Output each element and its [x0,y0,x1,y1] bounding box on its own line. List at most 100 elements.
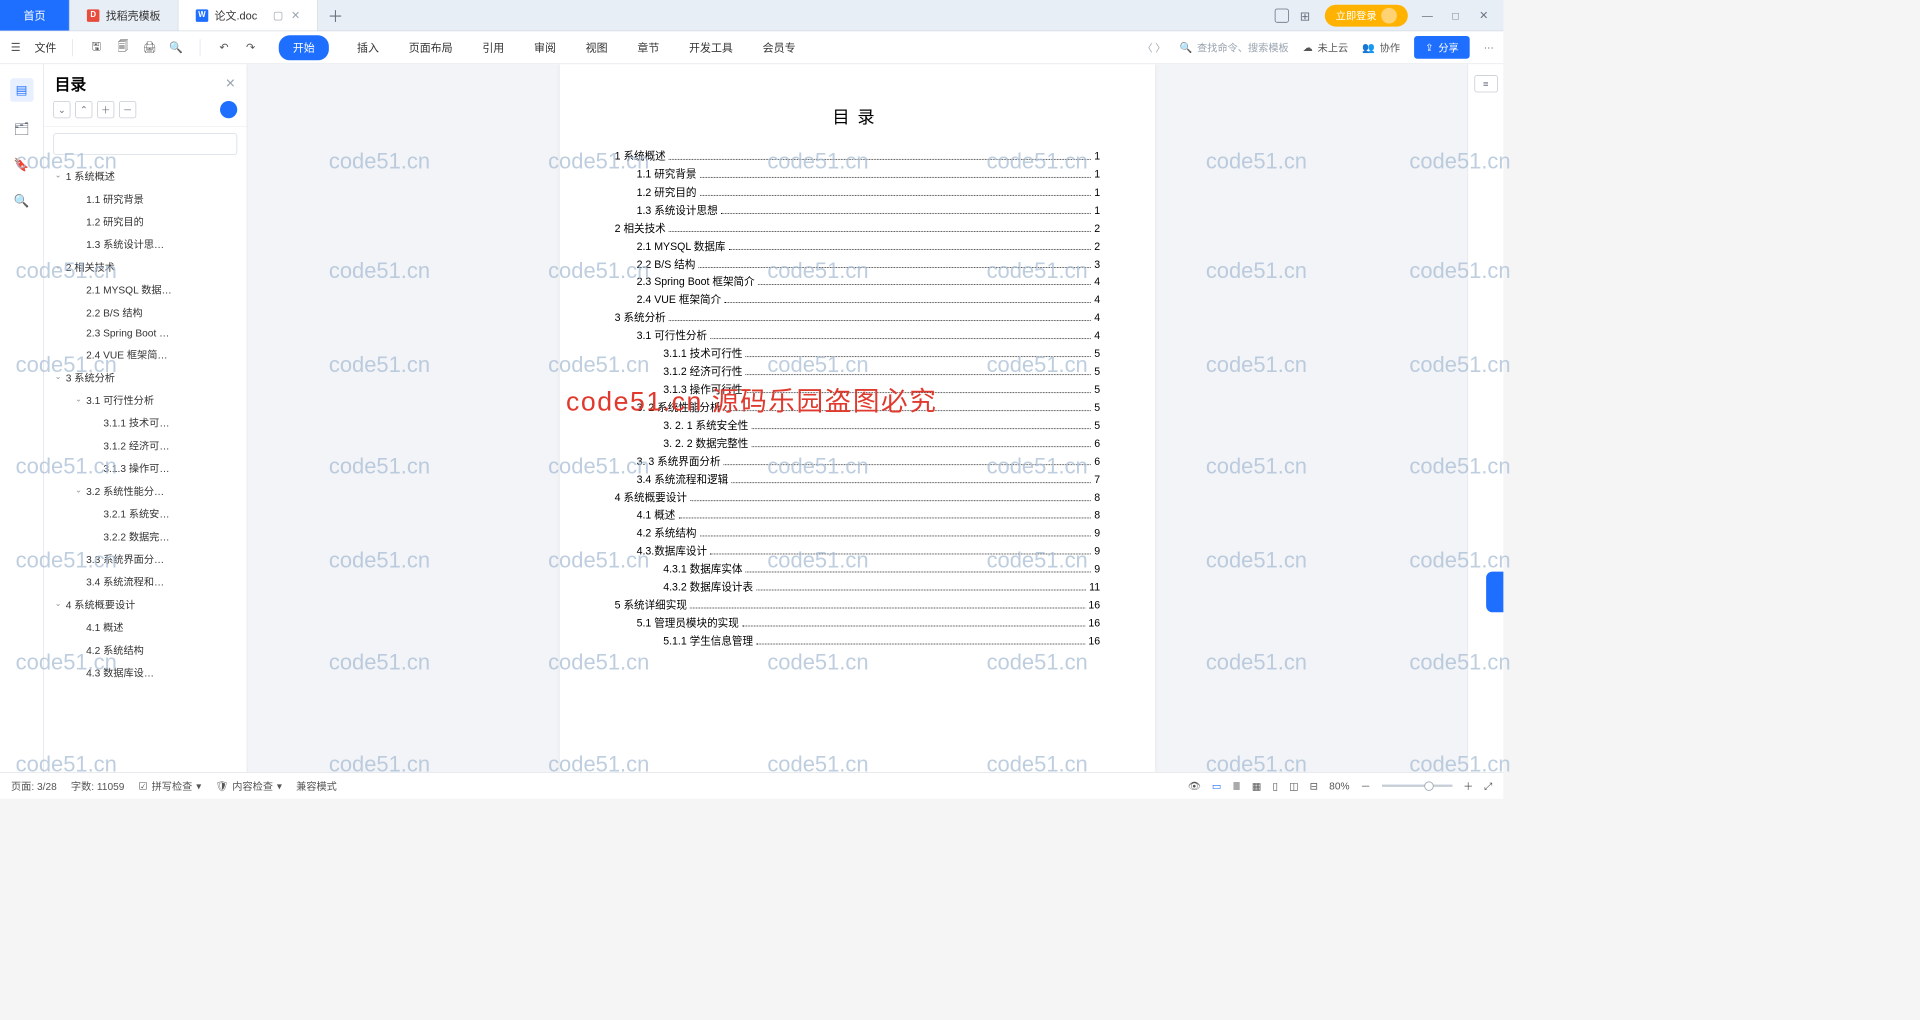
login-button[interactable]: 立即登录 [1325,4,1408,26]
toc-line: 3 系统分析4 [615,310,1100,326]
ribbon-menu-2[interactable]: 页面布局 [407,35,454,60]
outline-item[interactable]: ⌄3 系统分析 [44,366,247,389]
ribbon-menu-8[interactable]: 会员专 [761,35,797,60]
outline-item[interactable]: 2.1 MYSQL 数据… [44,278,247,301]
outline-item[interactable]: ⌄4 系统概要设计 [44,593,247,616]
ribbon-menu-4[interactable]: 审阅 [532,35,557,60]
window-maximize[interactable]: □ [1447,9,1464,22]
zoom-slider[interactable] [1382,785,1452,787]
print-icon[interactable]: 🖨 [142,40,158,56]
outline-item[interactable]: 2.3 Spring Boot … [44,323,247,343]
outline-collapse-all[interactable]: ⌄ [53,101,70,118]
collab-button[interactable]: 👥协作 [1362,40,1400,55]
fit-width-icon[interactable]: ⤢ [1484,779,1492,792]
outline-item[interactable]: 3.1.1 技术可… [44,411,247,434]
status-words[interactable]: 字数: 11059 [71,778,125,793]
view-phone-icon[interactable]: ▯ [1273,779,1279,792]
view-read-icon[interactable]: 👁 [1188,779,1201,792]
status-page[interactable]: 页面: 3/28 [11,778,57,793]
status-spellcheck[interactable]: ☑ 拼写检查 ▾ [139,778,202,793]
document-canvas[interactable]: 目录 1 系统概述11.1 研究背景11.2 研究目的11.3 系统设计思想12… [247,64,1467,772]
tab-templates[interactable]: D 找稻壳模板 [70,0,179,31]
outline-search-input[interactable] [53,133,237,155]
status-contentcheck[interactable]: 🛡 内容检查 ▾ [215,778,282,793]
outline-item[interactable]: 3.2.2 数据完… [44,525,247,548]
outline-item[interactable]: 4.1 概述 [44,615,247,638]
status-bar: 页面: 3/28 字数: 11059 ☑ 拼写检查 ▾ 🛡 内容检查 ▾ 兼容模… [0,772,1503,799]
undo-icon[interactable]: ↶ [216,40,232,56]
toc-line: 4.1 概述8 [615,508,1100,524]
outline-item[interactable]: 3.4 系统流程和… [44,570,247,593]
outline-item[interactable]: 4.3 数据库设… [44,661,247,684]
ribbon-menu-6[interactable]: 章节 [636,35,661,60]
title-tab-bar: 首页 D 找稻壳模板 W 论文.doc ▢ ✕ ＋ ⊞ 立即登录 — □ ✕ [0,0,1503,31]
status-compat[interactable]: 兼容模式 [296,778,337,793]
ruler-icon[interactable]: ⊟ [1310,779,1319,792]
tab-close-icon[interactable]: ✕ [291,9,300,22]
hamburger-icon[interactable]: ☰ [8,40,24,56]
ribbon-toolbar: ☰ 文件 🖫 🗐 🖨 🔍 ↶ ↷ 开始 插入 页面布局 引用 审阅 视图 章节 开发工具 会员专… [0,31,1503,64]
ribbon-menu-3[interactable]: 引用 [481,35,506,60]
tab-popout-icon[interactable]: ▢ [273,9,283,22]
right-rail-toggle[interactable]: ≡ [1474,75,1497,92]
outline-item[interactable]: 3.1.3 操作可… [44,456,247,479]
outline-remove[interactable]: － [119,101,136,118]
ribbon-menu-0[interactable]: 开始 [279,35,329,60]
share-button[interactable]: ⇪分享 [1414,36,1470,59]
outline-close-icon[interactable]: ✕ [225,76,235,92]
outline-add[interactable]: ＋ [97,101,114,118]
toc-line: 2.1 MYSQL 数据库2 [615,239,1100,255]
save-as-icon[interactable]: 🗐 [115,40,131,56]
zoom-value[interactable]: 80% [1329,780,1349,792]
toc-line: 3. 2 系统性能分析5 [615,400,1100,416]
view-page-icon[interactable]: ▭ [1212,779,1222,792]
more-icon[interactable]: ⋯ [1484,41,1496,54]
ai-side-tab[interactable] [1486,572,1503,613]
view-split-icon[interactable]: ◫ [1289,779,1299,792]
outline-item[interactable]: 3.3 系统界面分… [44,547,247,570]
window-close[interactable]: ✕ [1475,9,1492,22]
outline-item[interactable]: 1.2 研究目的 [44,210,247,233]
new-tab-button[interactable]: ＋ [318,0,352,31]
cloud-status[interactable]: ☁未上云 [1303,40,1348,55]
outline-item[interactable]: ⌄2 相关技术 [44,255,247,278]
outline-item[interactable]: 4.2 系统结构 [44,638,247,661]
ribbon-menu-5[interactable]: 视图 [584,35,609,60]
toc-line: 4.3.2 数据库设计表11 [615,580,1100,596]
rail-bookmark-icon[interactable]: 🔖 [13,157,30,174]
outline-expand-all[interactable]: ⌃ [75,101,92,118]
rail-clipboard-icon[interactable]: 🗂 [13,121,30,138]
outline-sync-icon[interactable] [220,101,237,118]
outline-item[interactable]: 1.3 系统设计思… [44,233,247,256]
toc-line: 3.1.2 经济可行性5 [615,364,1100,380]
save-icon[interactable]: 🖫 [88,40,104,56]
outline-item[interactable]: 2.4 VUE 框架简… [44,343,247,366]
left-rail: ▤ 🗂 🔖 🔍 [0,64,44,772]
outline-item[interactable]: ⌄3.2 系统性能分… [44,479,247,502]
layout-icon[interactable] [1275,8,1289,22]
rail-search-icon[interactable]: 🔍 [13,193,30,210]
outline-item[interactable]: ⌄3.1 可行性分析 [44,388,247,411]
tab-home[interactable]: 首页 [0,0,70,31]
search-icon: 🔍 [1180,41,1193,54]
outline-item[interactable]: 2.2 B/S 结构 [44,301,247,324]
tab-document[interactable]: W 论文.doc ▢ ✕ [179,0,319,31]
apps-icon[interactable]: ⊞ [1300,8,1314,22]
zoom-out-icon[interactable]: － [1361,778,1371,793]
outline-item[interactable]: 3.1.2 经济可… [44,434,247,457]
view-outline-icon[interactable]: ≣ [1232,779,1241,792]
outline-item[interactable]: 3.2.1 系统安… [44,502,247,525]
view-web-icon[interactable]: ▦ [1252,779,1262,792]
file-menu[interactable]: 文件 [34,40,56,56]
ribbon-menu-1[interactable]: 插入 [355,35,380,60]
zoom-in-icon[interactable]: ＋ [1463,778,1473,793]
toc-line: 4.3.1 数据库实体9 [615,562,1100,578]
window-minimize[interactable]: — [1419,9,1436,22]
ribbon-menu-7[interactable]: 开发工具 [687,35,734,60]
redo-icon[interactable]: ↷ [243,40,259,56]
outline-item[interactable]: 1.1 研究背景 [44,187,247,210]
outline-item[interactable]: ⌄1 系统概述 [44,164,247,187]
print-preview-icon[interactable]: 🔍 [168,40,184,56]
rail-outline-icon[interactable]: ▤ [10,78,33,101]
command-search[interactable]: 🔍 查找命令、搜索模板 [1180,40,1289,55]
